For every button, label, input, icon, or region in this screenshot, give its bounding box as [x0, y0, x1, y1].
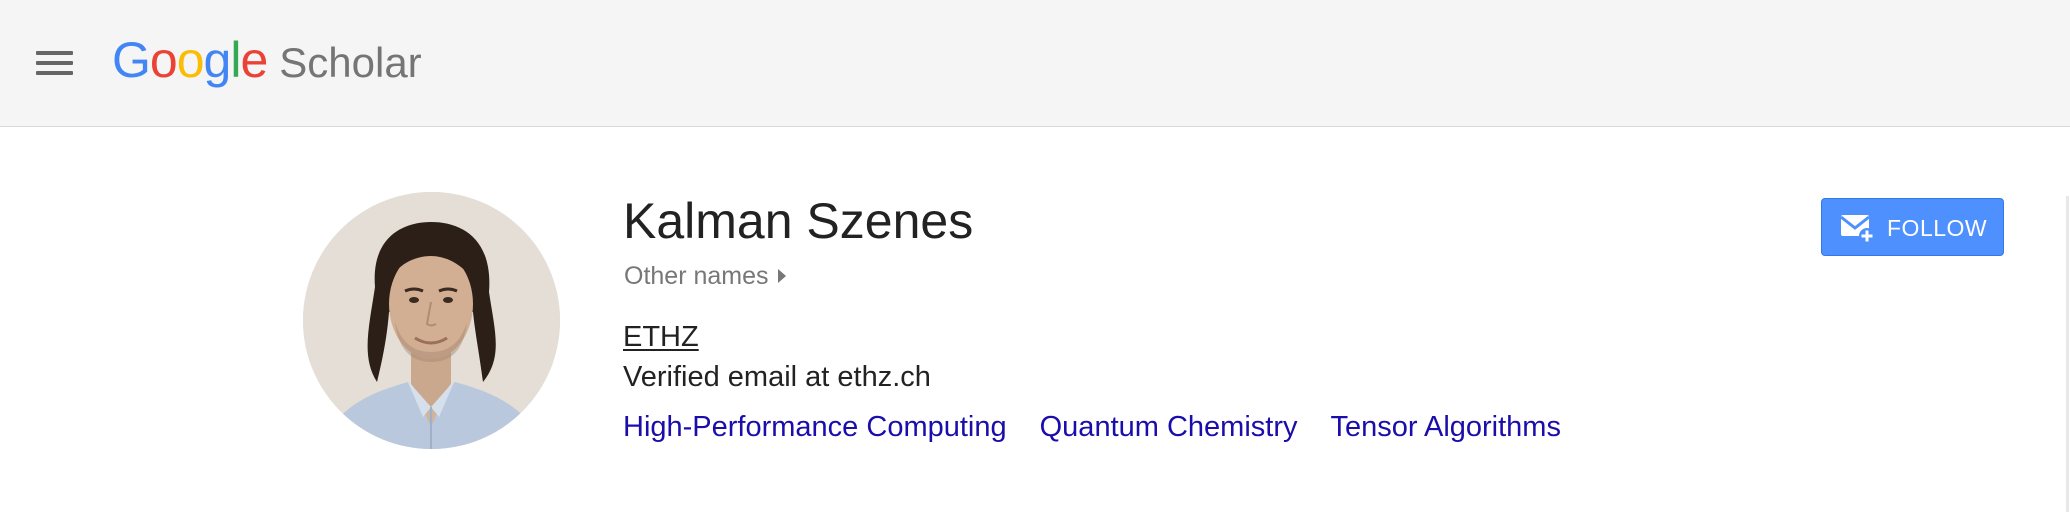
interest-link[interactable]: Quantum Chemistry — [1040, 410, 1298, 444]
logo-letter: G — [112, 32, 151, 88]
logo-letter: o — [149, 32, 178, 88]
menu-line — [36, 71, 73, 75]
logo-letter: o — [176, 32, 205, 88]
google-scholar-logo[interactable]: Google Scholar — [112, 30, 422, 90]
hamburger-menu-icon[interactable] — [34, 48, 76, 78]
logo-letter: g — [203, 32, 232, 88]
page-edge-divider — [2066, 196, 2069, 512]
envelope-plus-icon — [1840, 215, 1875, 244]
menu-line — [36, 51, 73, 55]
top-bar: Google Scholar — [0, 0, 2070, 127]
interest-link[interactable]: High-Performance Computing — [623, 410, 1007, 444]
follow-button[interactable]: FOLLOW — [1821, 198, 2004, 256]
caret-right-icon — [777, 269, 786, 283]
logo-letter: e — [240, 32, 268, 88]
logo-product-name: Scholar — [279, 39, 422, 86]
research-interests: High-Performance Computing Quantum Chemi… — [623, 410, 1594, 444]
follow-label: FOLLOW — [1887, 215, 1988, 241]
other-names-toggle[interactable]: Other names — [624, 261, 786, 291]
google-wordmark: Google — [112, 30, 268, 90]
profile-photo — [303, 192, 560, 449]
affiliation-link[interactable]: ETHZ — [623, 320, 699, 354]
interest-link[interactable]: Tensor Algorithms — [1330, 410, 1561, 444]
profile-name: Kalman Szenes — [623, 193, 974, 249]
verified-email: Verified email at ethz.ch — [623, 361, 931, 393]
logo-letter: l — [230, 32, 241, 88]
menu-line — [36, 61, 73, 65]
avatar-image — [303, 192, 560, 449]
other-names-label: Other names — [624, 262, 769, 290]
